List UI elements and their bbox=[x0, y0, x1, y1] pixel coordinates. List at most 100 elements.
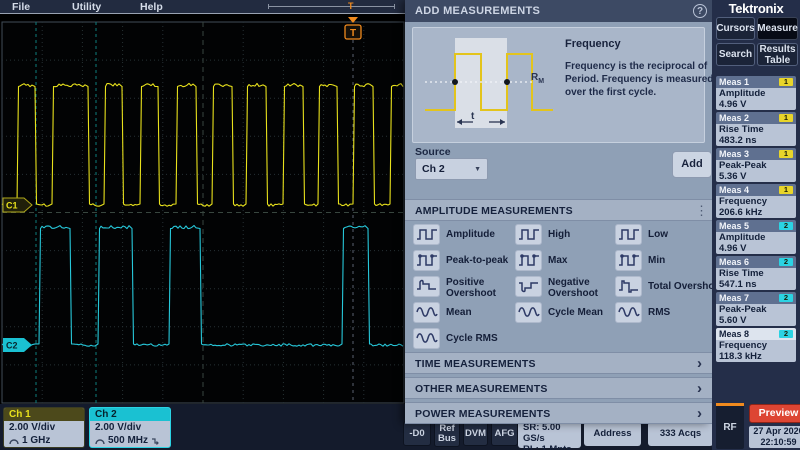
source-label: Source bbox=[415, 146, 451, 158]
channel-1-badge[interactable]: Ch 1 2.00 V/div 1 GHz bbox=[3, 407, 85, 448]
chevron-down-icon: ▼ bbox=[474, 160, 481, 180]
channel-badge: 1 bbox=[779, 114, 793, 122]
meas-block-5[interactable]: Meas 52Amplitude4.96 V bbox=[716, 220, 796, 254]
section-amplitude-measurements[interactable]: AMPLITUDE MEASUREMENTS ⋮ bbox=[405, 199, 712, 221]
measurement-tile-high[interactable] bbox=[515, 224, 542, 245]
record-length: RL: 1 Mpts bbox=[523, 444, 581, 450]
source-select[interactable]: Ch 2 ▼ bbox=[415, 158, 488, 180]
measurement-description: Frequency is the reciprocal of Period. F… bbox=[565, 60, 723, 99]
help-icon[interactable]: ? bbox=[693, 4, 707, 18]
record-trigger-marker[interactable]: T bbox=[348, 0, 354, 13]
sample-rate: SR: 5.00 GS/s bbox=[523, 422, 581, 444]
pulse-dot-icon bbox=[518, 253, 540, 268]
pulse-dot-icon bbox=[416, 253, 438, 268]
meas-block-7[interactable]: Meas 72Peak-Peak5.60 V bbox=[716, 292, 796, 326]
meas-type: Amplitude bbox=[719, 232, 793, 243]
meas-body: Peak-Peak5.36 V bbox=[716, 160, 796, 182]
measurement-tile-cycle-rms[interactable] bbox=[413, 328, 440, 349]
meas-block-4[interactable]: Meas 41Frequency206.6 kHz bbox=[716, 184, 796, 218]
pulse-icon bbox=[618, 227, 640, 242]
menu-file[interactable]: File bbox=[12, 0, 30, 14]
measurement-info-box: RM t Frequency Frequency is the reciproc… bbox=[412, 27, 705, 143]
section-power-measurements[interactable]: POWER MEASUREMENTS › bbox=[405, 402, 712, 424]
sidebar-button-cursors[interactable]: Cursors bbox=[716, 17, 755, 40]
bandwidth-limit-icon bbox=[151, 437, 160, 445]
meas-block-1[interactable]: Meas 11Amplitude4.96 V bbox=[716, 76, 796, 110]
meas-title: Meas 72 bbox=[716, 292, 796, 304]
sine-icon bbox=[518, 305, 540, 320]
sine-icon bbox=[618, 305, 640, 320]
chevron-right-icon: › bbox=[697, 403, 702, 424]
meas-value: 4.96 V bbox=[719, 243, 793, 254]
measurement-tile-amplitude[interactable] bbox=[413, 224, 440, 245]
record-view-bar bbox=[268, 6, 395, 7]
address-panel[interactable]: Address bbox=[584, 422, 641, 446]
meas-block-8[interactable]: Meas 82Frequency118.3 kHz bbox=[716, 328, 796, 362]
sidebar-button-search[interactable]: Search bbox=[716, 43, 755, 66]
meas-title: Meas 62 bbox=[716, 256, 796, 268]
overshoot-total-icon bbox=[618, 279, 640, 294]
channel-badge: 2 bbox=[779, 294, 793, 302]
graticule: C1C2T bbox=[0, 14, 405, 450]
rf-button[interactable]: RF bbox=[716, 403, 744, 449]
section-label: POWER MEASUREMENTS bbox=[415, 403, 550, 425]
measurement-name: Frequency bbox=[565, 38, 621, 50]
channel-badge: 2 bbox=[779, 222, 793, 230]
date: 27 Apr 2020 bbox=[749, 426, 800, 437]
meas-type: Amplitude bbox=[719, 88, 793, 99]
measurement-tile-positiveovershoot[interactable] bbox=[413, 276, 440, 297]
channel-badge: 2 bbox=[779, 258, 793, 266]
datetime-display: 27 Apr 2020 22:10:59 bbox=[749, 426, 800, 448]
drag-handle-icon[interactable]: ⋮ bbox=[695, 202, 708, 220]
meas-block-2[interactable]: Meas 21Rise Time483.2 ns bbox=[716, 112, 796, 146]
add-measurements-panel: ADD MEASUREMENTS ? RM t Frequency Freque… bbox=[405, 0, 712, 424]
trigger-flag-label: T bbox=[350, 28, 356, 39]
add-button[interactable]: Add bbox=[672, 151, 712, 178]
meas-type: Frequency bbox=[719, 196, 793, 207]
meas-block-3[interactable]: Meas 31Peak-Peak5.36 V bbox=[716, 148, 796, 182]
menu-bar: File Utility Help T bbox=[0, 0, 405, 14]
measurement-tile-mean[interactable] bbox=[413, 302, 440, 323]
sidebar-button-results-table[interactable]: Results Table bbox=[757, 43, 798, 66]
channel-2-scale: 2.00 V/div bbox=[90, 421, 170, 434]
measurement-tile-low[interactable] bbox=[615, 224, 642, 245]
measurement-tile-max[interactable] bbox=[515, 250, 542, 271]
channel-2-reference-label: C2 bbox=[6, 341, 18, 351]
measurement-tile-cycle-mean[interactable] bbox=[515, 302, 542, 323]
preview-button[interactable]: Preview bbox=[749, 404, 800, 423]
channel-1-scale: 2.00 V/div bbox=[4, 421, 84, 434]
menu-utility[interactable]: Utility bbox=[72, 0, 101, 14]
waveform-display[interactable]: C1C2T bbox=[0, 14, 405, 450]
coupling-icon bbox=[95, 438, 105, 445]
measurement-tile-rms[interactable] bbox=[615, 302, 642, 323]
sidebar-button-measure[interactable]: Measure bbox=[757, 17, 798, 40]
meas-block-6[interactable]: Meas 62Rise Time547.1 ns bbox=[716, 256, 796, 290]
sine-icon bbox=[416, 331, 438, 346]
channel-2-badge[interactable]: Ch 2 2.00 V/div 500 MHz bbox=[89, 407, 171, 448]
meas-value: 5.36 V bbox=[719, 171, 793, 182]
meas-type: Peak-Peak bbox=[719, 304, 793, 315]
acquisitions-count[interactable]: 333 Acqs bbox=[648, 422, 713, 446]
meas-value: 206.6 kHz bbox=[719, 207, 793, 218]
meas-body: Amplitude4.96 V bbox=[716, 232, 796, 254]
tektronix-logo: Tektronix bbox=[712, 1, 800, 16]
overshoot-negative-icon bbox=[518, 279, 540, 294]
measurement-tile-min[interactable] bbox=[615, 250, 642, 271]
menu-help[interactable]: Help bbox=[140, 0, 163, 14]
meas-body: Rise Time483.2 ns bbox=[716, 124, 796, 146]
channel-1-name: Ch 1 bbox=[4, 408, 84, 421]
meas-type: Rise Time bbox=[719, 268, 793, 279]
panel-header: ADD MEASUREMENTS ? bbox=[405, 0, 712, 22]
right-sidebar: Tektronix CursorsMeasureSearchResults Ta… bbox=[712, 0, 800, 450]
measurement-tile-label[interactable]: Cycle RMS bbox=[446, 333, 542, 344]
pulse-icon bbox=[518, 227, 540, 242]
measurement-tile-negativeovershoot[interactable] bbox=[515, 276, 542, 297]
section-other-measurements[interactable]: OTHER MEASUREMENTS › bbox=[405, 377, 712, 399]
time: 22:10:59 bbox=[749, 437, 800, 448]
section-label: OTHER MEASUREMENTS bbox=[415, 378, 548, 400]
section-time-measurements[interactable]: TIME MEASUREMENTS› bbox=[405, 352, 712, 374]
measurement-tile-peak-to-peak[interactable] bbox=[413, 250, 440, 271]
chevron-right-icon: › bbox=[697, 378, 702, 399]
measurement-tile-total-overshoot[interactable] bbox=[615, 276, 642, 297]
pulse-icon bbox=[416, 227, 438, 242]
